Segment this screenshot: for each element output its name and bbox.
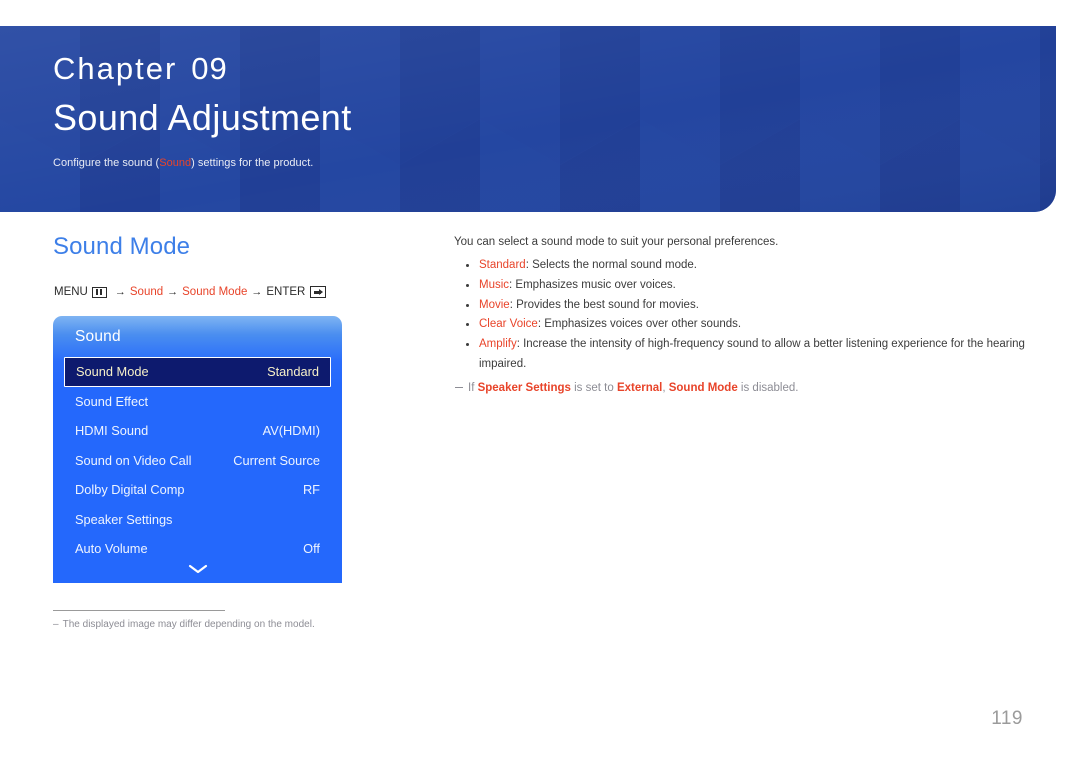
osd-row-label: Auto Volume <box>75 541 148 557</box>
list-item-standard: Standard: Selects the normal sound mode. <box>454 256 1039 276</box>
osd-row-label: Sound Mode <box>76 364 149 380</box>
osd-scroll-down-control[interactable] <box>53 563 342 575</box>
chapter-header-banner: Chapter 09 Sound Adjustment Configure the… <box>0 26 1056 212</box>
enter-return-icon <box>310 286 327 298</box>
osd-row-sound-on-video-call[interactable]: Sound on Video Call Current Source <box>53 446 342 476</box>
menu-path-arrow-3: → <box>251 286 263 298</box>
chapter-title: Sound Adjustment <box>53 97 352 138</box>
option-description: : Increase the intensity of high-frequen… <box>479 338 1025 371</box>
footnote-divider <box>53 610 225 611</box>
footnote-dash: – <box>53 619 59 630</box>
option-term: Standard <box>479 258 526 271</box>
osd-row-auto-volume[interactable]: Auto Volume Off <box>53 534 342 564</box>
menu-path-enter-label: ENTER <box>266 286 306 298</box>
chevron-down-icon <box>188 564 207 574</box>
menu-grid-icon <box>91 286 107 298</box>
subtitle-text-before: Configure the sound ( <box>53 157 160 169</box>
chapter-label: Chapter <box>53 51 178 86</box>
menu-navigation-path: MENU → Sound → Sound Mode → ENTER <box>54 286 327 298</box>
osd-row-sound-effect[interactable]: Sound Effect <box>53 387 342 417</box>
option-description: : Selects the normal sound mode. <box>525 258 698 271</box>
note-term-external: External <box>616 382 663 395</box>
option-term: Clear Voice <box>479 318 538 331</box>
note-part-1: If <box>468 382 478 395</box>
menu-path-menu-label: MENU <box>54 286 88 298</box>
osd-row-hdmi-sound[interactable]: HDMI Sound AV(HDMI) <box>53 416 342 446</box>
osd-row-value: AV(HDMI) <box>262 423 320 439</box>
osd-row-label: Speaker Settings <box>75 511 173 527</box>
osd-row-label: Dolby Digital Comp <box>75 482 185 498</box>
osd-panel-title: Sound <box>75 328 121 345</box>
menu-path-step-sound: Sound <box>129 286 164 298</box>
menu-path-step-sound-mode: Sound Mode <box>182 286 248 298</box>
osd-row-label: HDMI Sound <box>75 423 149 439</box>
footnote-text: The displayed image may differ depending… <box>62 619 315 630</box>
menu-path-arrow-2: → <box>167 286 179 298</box>
option-term: Music <box>479 278 510 291</box>
list-item-music: Music: Emphasizes music over voices. <box>454 276 1039 296</box>
option-term: Movie <box>479 298 510 311</box>
list-item-amplify: Amplify: Increase the intensity of high-… <box>454 335 1039 375</box>
section-title: Sound Mode <box>53 233 191 260</box>
subtitle-text-after: ) settings for the product. <box>191 157 314 169</box>
sound-mode-option-list: Standard: Selects the normal sound mode.… <box>454 256 1039 375</box>
list-item-clear-voice: Clear Voice: Emphasizes voices over othe… <box>454 315 1039 335</box>
note-term-speaker-settings: Speaker Settings <box>477 382 571 395</box>
osd-row-value: Standard <box>267 364 319 380</box>
osd-menu-list: Sound Mode Standard Sound Effect HDMI So… <box>53 357 342 564</box>
note-part-4: is disabled. <box>737 382 799 395</box>
content-note: If Speaker Settings is set to External, … <box>454 379 1039 397</box>
osd-row-value: Current Source <box>233 452 320 468</box>
note-part-2: is set to <box>570 382 617 395</box>
osd-row-label: Sound on Video Call <box>75 452 192 468</box>
osd-menu-panel: Sound Sound Mode Standard Sound Effect H… <box>53 316 342 583</box>
menu-path-arrow-1: → <box>114 286 126 298</box>
note-term-sound-mode: Sound Mode <box>668 382 738 395</box>
osd-row-value: Off <box>303 541 320 557</box>
osd-row-dolby-digital-comp[interactable]: Dolby Digital Comp RF <box>53 475 342 505</box>
option-description: : Emphasizes voices over other sounds. <box>537 318 742 331</box>
option-term: Amplify <box>479 338 517 351</box>
osd-row-label: Sound Effect <box>75 393 149 409</box>
subtitle-highlight-term: Sound <box>159 157 192 169</box>
list-item-movie: Movie: Provides the best sound for movie… <box>454 296 1039 316</box>
chapter-subtitle: Configure the sound (Sound) settings for… <box>53 157 313 169</box>
osd-row-value: RF <box>302 482 320 498</box>
chapter-label-line: Chapter 09 <box>53 53 228 84</box>
option-description: : Provides the best sound for movies. <box>509 298 699 311</box>
chapter-number: 09 <box>191 51 228 86</box>
left-footnote: – The displayed image may differ dependin… <box>53 619 315 630</box>
osd-row-speaker-settings[interactable]: Speaker Settings <box>53 505 342 535</box>
page-number: 119 <box>991 708 1023 729</box>
content-intro: You can select a sound mode to suit your… <box>454 236 779 248</box>
option-description: : Emphasizes music over voices. <box>509 278 676 291</box>
content-column: You can select a sound mode to suit your… <box>454 234 1039 398</box>
osd-row-sound-mode[interactable]: Sound Mode Standard <box>64 357 331 387</box>
